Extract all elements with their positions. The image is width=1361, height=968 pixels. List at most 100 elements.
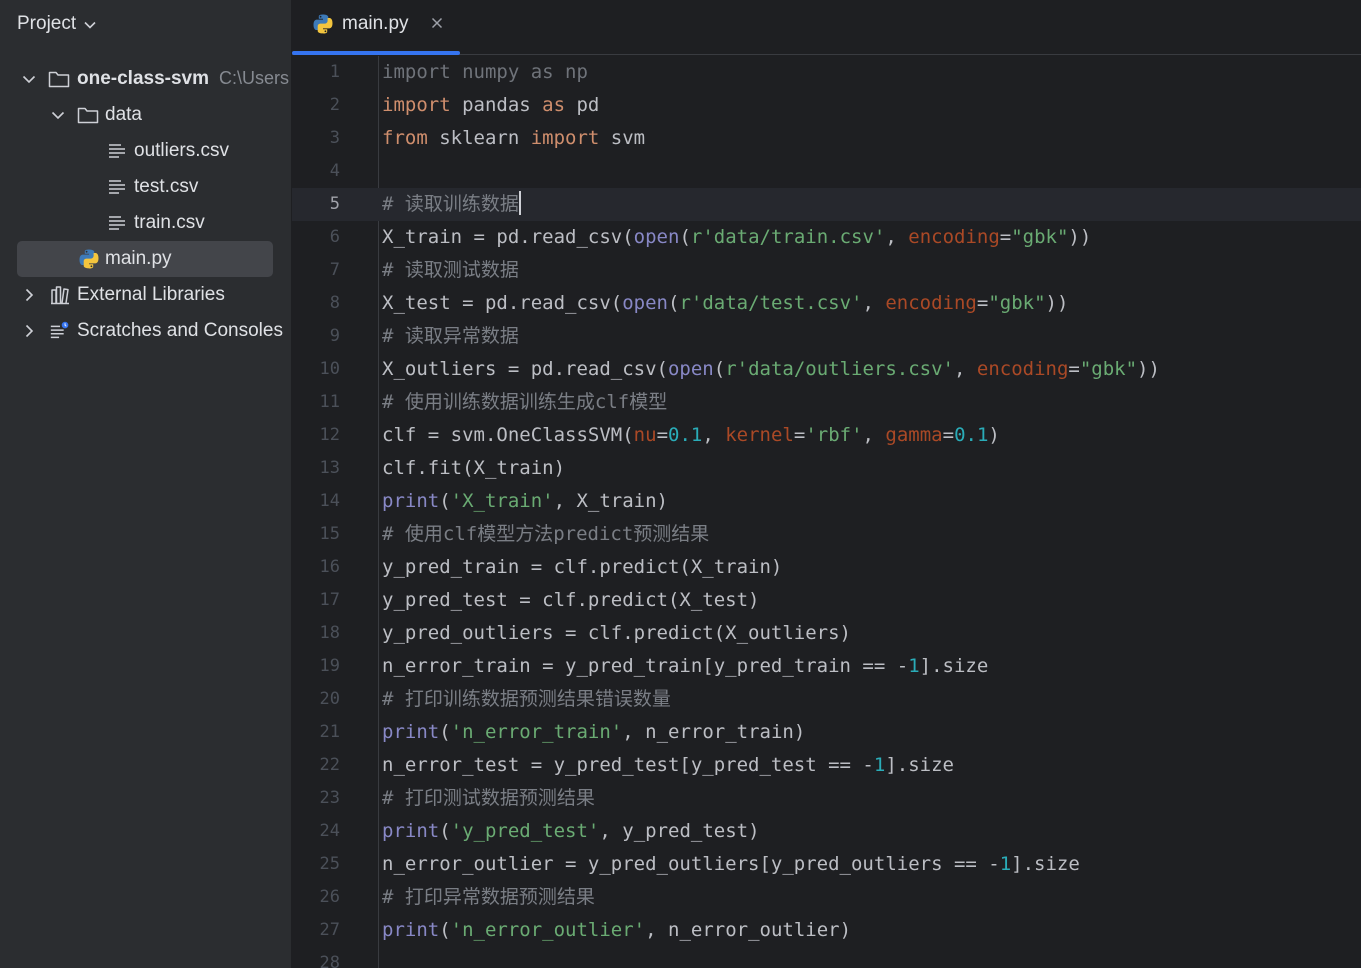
code-line[interactable]: 21 print('n_error_train', n_error_train) bbox=[292, 716, 1361, 749]
chevron-down-icon[interactable] bbox=[21, 71, 37, 87]
tree-item-label: data bbox=[105, 104, 142, 125]
close-icon[interactable] bbox=[429, 15, 445, 31]
code-token: # 使用clf模型方法predict预测结果 bbox=[382, 523, 710, 545]
line-number: 4 bbox=[329, 161, 340, 181]
code-text: X_test = pd.read_csv(open(r'data/test.cs… bbox=[382, 287, 1068, 320]
code-line[interactable]: 27 print('n_error_outlier', n_error_outli… bbox=[292, 914, 1361, 947]
line-number: 16 bbox=[319, 557, 340, 577]
code-token: 'n_error_train' bbox=[450, 721, 623, 743]
code-token: clf.fit(X_train) bbox=[382, 457, 566, 479]
tree-item-label: External Libraries bbox=[77, 284, 225, 305]
code-text: X_outliers = pd.read_csv(open(r'data/out… bbox=[382, 353, 1160, 386]
code-line[interactable]: 12 clf = svm.OneClassSVM(nu=0.1, kernel='… bbox=[292, 419, 1361, 452]
line-number: 24 bbox=[319, 821, 340, 841]
code-text: import pandas as pd bbox=[382, 89, 599, 122]
code-token: , bbox=[702, 424, 726, 446]
code-line[interactable]: 11 # 使用训练数据训练生成clf模型 bbox=[292, 386, 1361, 419]
code-text: from sklearn import svm bbox=[382, 122, 645, 155]
scratches-icon bbox=[49, 320, 71, 342]
tree-item-scratches-consoles[interactable]: Scratches and Consoles bbox=[0, 313, 291, 349]
code-line[interactable]: 16 y_pred_train = clf.predict(X_train) bbox=[292, 551, 1361, 584]
tree-item-label: Scratches and Consoles bbox=[77, 320, 283, 341]
code-line[interactable]: 17 y_pred_test = clf.predict(X_test) bbox=[292, 584, 1361, 617]
chevron-down-icon[interactable] bbox=[50, 107, 66, 123]
code-token: pd bbox=[565, 94, 600, 116]
code-token: , bbox=[953, 358, 977, 380]
code-token: # 读取异常数据 bbox=[382, 325, 519, 347]
code-text: import numpy as np bbox=[382, 56, 588, 89]
code-token: # 打印测试数据预测结果 bbox=[382, 787, 595, 809]
code-token: encoding bbox=[976, 358, 1069, 380]
tree-item-train-csv[interactable]: train.csv bbox=[0, 205, 291, 241]
code-line[interactable]: 19 n_error_train = y_pred_train[y_pred_tr… bbox=[292, 650, 1361, 683]
code-token: = bbox=[1068, 358, 1080, 380]
code-line[interactable]: 9 # 读取异常数据 bbox=[292, 320, 1361, 353]
python-icon bbox=[78, 248, 100, 270]
tab-main-py[interactable]: main.py bbox=[292, 0, 460, 55]
line-number: 19 bbox=[319, 656, 340, 676]
code-line[interactable]: 10 X_outliers = pd.read_csv(open(r'data/o… bbox=[292, 353, 1361, 386]
code-token: X_test = pd.read_csv( bbox=[382, 292, 623, 314]
tree-item-label: test.csv bbox=[134, 176, 199, 197]
tree-item-external-libraries[interactable]: External Libraries bbox=[0, 277, 291, 313]
code-line[interactable]: 24 print('y_pred_test', y_pred_test) bbox=[292, 815, 1361, 848]
code-line[interactable]: 22 n_error_test = y_pred_test[y_pred_test… bbox=[292, 749, 1361, 782]
code-line[interactable]: 25 n_error_outlier = y_pred_outliers[y_pr… bbox=[292, 848, 1361, 881]
line-number: 21 bbox=[319, 722, 340, 742]
code-token: # 打印异常数据预测结果 bbox=[382, 886, 595, 908]
line-number: 2 bbox=[329, 95, 340, 115]
code-token: ( bbox=[679, 226, 691, 248]
tree-item-test-csv[interactable]: test.csv bbox=[0, 169, 291, 205]
code-line[interactable]: 8 X_test = pd.read_csv(open(r'data/test.c… bbox=[292, 287, 1361, 320]
tree-item-project-root[interactable]: one-class-svm C:\Users bbox=[0, 61, 291, 97]
code-text: print('X_train', X_train) bbox=[382, 485, 668, 518]
code-token: clf = svm.OneClassSVM( bbox=[382, 424, 634, 446]
tree-item-label: main.py bbox=[105, 248, 172, 269]
chevron-right-icon[interactable] bbox=[21, 323, 37, 339]
code-text: X_train = pd.read_csv(open(r'data/train.… bbox=[382, 221, 1091, 254]
line-number: 27 bbox=[319, 920, 340, 940]
tree-item-outliers-csv[interactable]: outliers.csv bbox=[0, 133, 291, 169]
code-line[interactable]: 6 X_train = pd.read_csv(open(r'data/train… bbox=[292, 221, 1361, 254]
code-line[interactable]: 3 from sklearn import svm bbox=[292, 122, 1361, 155]
code-line[interactable]: 26 # 打印异常数据预测结果 bbox=[292, 881, 1361, 914]
code-line[interactable]: 5 # 读取训练数据 bbox=[292, 188, 1361, 221]
code-token: kernel bbox=[725, 424, 794, 446]
code-token: pandas bbox=[450, 94, 543, 116]
code-line[interactable]: 18 y_pred_outliers = clf.predict(X_outlie… bbox=[292, 617, 1361, 650]
tree-item-main-py[interactable]: main.py bbox=[0, 241, 291, 277]
project-view-selector[interactable]: Project bbox=[17, 11, 96, 37]
folder-icon bbox=[77, 104, 99, 126]
code-token: 'y_pred_test' bbox=[450, 820, 600, 842]
code-line[interactable]: 28 bbox=[292, 947, 1361, 968]
code-line[interactable]: 4 bbox=[292, 155, 1361, 188]
code-text: clf = svm.OneClassSVM(nu=0.1, kernel='rb… bbox=[382, 419, 1000, 452]
code-line[interactable]: 7 # 读取测试数据 bbox=[292, 254, 1361, 287]
code-line[interactable]: 23 # 打印测试数据预测结果 bbox=[292, 782, 1361, 815]
line-number: 26 bbox=[319, 887, 340, 907]
code-token: 'n_error_outlier' bbox=[450, 919, 646, 941]
code-token: 1 bbox=[908, 655, 920, 677]
project-panel-title: Project bbox=[17, 13, 77, 34]
code-token: = bbox=[999, 226, 1012, 248]
code-token: y_pred_outliers = clf.predict(X_outliers… bbox=[382, 622, 851, 644]
tree-item-data-folder[interactable]: data bbox=[0, 97, 291, 133]
active-tab-indicator bbox=[292, 51, 460, 55]
code-line[interactable]: 14 print('X_train', X_train) bbox=[292, 485, 1361, 518]
code-line[interactable]: 2 import pandas as pd bbox=[292, 89, 1361, 122]
line-number: 8 bbox=[329, 293, 340, 313]
line-number: 3 bbox=[329, 128, 340, 148]
code-line[interactable]: 13 clf.fit(X_train) bbox=[292, 452, 1361, 485]
code-token: n_error_outlier = y_pred_outliers[y_pred… bbox=[382, 853, 1000, 875]
code-token: n_error_test = y_pred_test[y_pred_test =… bbox=[382, 754, 874, 776]
code-token: r'data/outliers.csv' bbox=[725, 358, 954, 380]
code-line[interactable]: 1 import numpy as np bbox=[292, 56, 1361, 89]
code-line[interactable]: 20 # 打印训练数据预测结果错误数量 bbox=[292, 683, 1361, 716]
code-line[interactable]: 15 # 使用clf模型方法predict预测结果 bbox=[292, 518, 1361, 551]
chevron-right-icon[interactable] bbox=[21, 287, 37, 303]
code-editor[interactable]: 1 import numpy as np 2 import pandas as pd 3… bbox=[292, 56, 1361, 968]
code-token: X_train = pd.read_csv( bbox=[382, 226, 634, 248]
project-panel: Project one-class-svm C:\Users data outl… bbox=[0, 0, 292, 968]
line-number: 5 bbox=[329, 194, 340, 214]
code-token: 'X_train' bbox=[450, 490, 554, 512]
